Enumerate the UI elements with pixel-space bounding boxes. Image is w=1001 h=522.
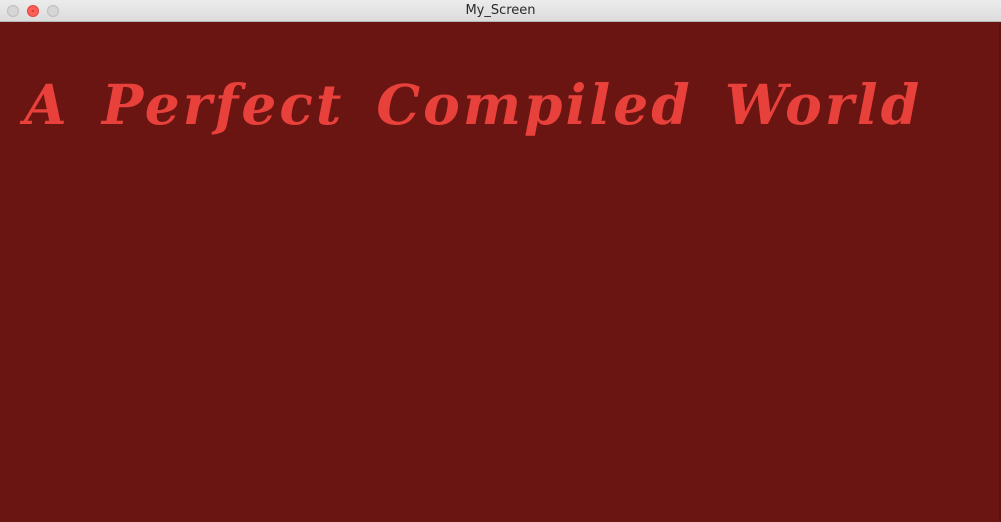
headline-text: A Perfect Compiled World bbox=[24, 72, 923, 137]
window-title: My_Screen bbox=[465, 3, 536, 18]
canvas-area: A Perfect Compiled World bbox=[0, 22, 999, 522]
title-bar[interactable]: My_Screen bbox=[0, 0, 1001, 22]
app-window: My_Screen A Perfect Compiled World bbox=[0, 0, 1001, 522]
